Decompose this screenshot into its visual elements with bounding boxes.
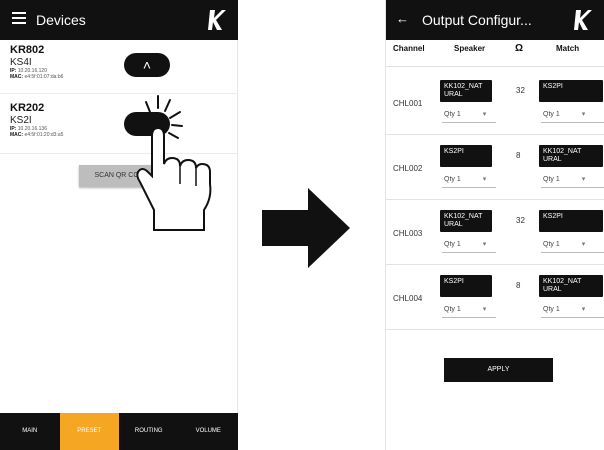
dropdown-caret-icon: ▾ [581,111,586,118]
impedance-value: 32 [516,86,525,95]
dropdown-caret-icon: ▾ [482,176,487,183]
qty-underline [442,122,496,123]
tap-gesture-hand-icon [131,95,212,231]
match-select[interactable]: KK102_NAT URAL [539,145,603,167]
match-qty-dropdown[interactable]: Qty 1 ▾ [543,240,585,248]
match-select[interactable]: KS2PI [539,80,603,102]
dropdown-caret-icon: ▾ [482,111,487,118]
qty-underline [442,187,496,188]
impedance-value: 8 [516,281,521,290]
apply-button[interactable]: APPLY [444,358,553,382]
collapse-button[interactable]: ˄ [124,53,170,77]
match-qty-dropdown[interactable]: Qty 1 ▾ [543,175,585,183]
channel-label: CHL004 [393,294,423,303]
impedance-value: 8 [516,151,521,160]
tab-main[interactable]: MAIN [0,413,60,450]
channel-row: CHL004 KS2PI 8 KK102_NAT URAL Qty 1 ▾ Qty… [386,265,604,330]
impedance-value: 32 [516,216,525,225]
qty-underline [541,252,604,253]
output-app-bar: ← Output Configur... [386,0,604,40]
hamburger-menu-icon[interactable] [12,12,26,24]
tab-volume[interactable]: VOLUME [179,413,239,450]
column-header-channel: Channel [393,44,425,53]
brand-logo-icon [574,10,592,30]
brand-logo-icon [208,10,226,30]
speaker-select[interactable]: KS2PI [440,275,492,297]
devices-screen: Devices KR802 KS4I IP: 10.20.16.120 MAC:… [0,0,238,450]
qty-underline [541,187,604,188]
speaker-select[interactable]: KK102_NAT URAL [440,210,492,232]
dropdown-caret-icon: ▾ [581,241,586,248]
qty-underline [541,317,604,318]
page-title: Output Configur... [422,12,532,28]
back-arrow-icon[interactable]: ← [396,11,409,26]
dropdown-caret-icon: ▾ [482,241,487,248]
qty-underline [442,252,496,253]
device-name: KR802 [10,44,45,56]
page-title: Devices [36,12,86,28]
speaker-select[interactable]: KS2PI [440,145,492,167]
match-qty-dropdown[interactable]: Qty 1 ▾ [543,110,585,118]
devices-app-bar: Devices [0,0,238,40]
speaker-qty-dropdown[interactable]: Qty 1 ▾ [444,110,486,118]
dropdown-caret-icon: ▾ [581,176,586,183]
qty-underline [541,122,604,123]
speaker-select[interactable]: KK102_NAT URAL [440,80,492,102]
tab-preset[interactable]: PRESET [59,413,119,450]
channel-row: CHL003 KK102_NAT URAL 32 KS2PI Qty 1 ▾ Qt… [386,200,604,265]
match-qty-dropdown[interactable]: Qty 1 ▾ [543,305,585,313]
dropdown-caret-icon: ▾ [482,306,487,313]
speaker-qty-dropdown[interactable]: Qty 1 ▾ [444,240,486,248]
device-model: KS4I [10,57,32,68]
column-header-match: Match [556,44,580,53]
device-mac: MAC: e4:5f:01:07:da:b6 [10,74,64,80]
channel-label: CHL003 [393,229,423,238]
channel-row: CHL002 KS2PI 8 KK102_NAT URAL Qty 1 ▾ Qty… [386,135,604,200]
transition-arrow-icon [262,188,350,268]
qty-underline [442,317,496,318]
channel-label: CHL001 [393,99,423,108]
match-select[interactable]: KK102_NAT URAL [539,275,603,297]
output-configuration-screen: ← Output Configur... Channel Speaker Ω M… [385,0,604,450]
column-header-ohm: Ω [515,43,524,54]
header-divider [386,66,604,67]
dropdown-caret-icon: ▾ [581,306,586,313]
column-header-speaker: Speaker [454,44,486,53]
channel-row: CHL001 KK102_NAT URAL 32 KS2PI Qty 1 ▾ Qt… [386,70,604,135]
match-select[interactable]: KS2PI [539,210,603,232]
speaker-qty-dropdown[interactable]: Qty 1 ▾ [444,175,486,183]
bottom-navigation: MAIN PRESET ROUTING VOLUME [0,413,238,450]
channel-label: CHL002 [393,164,423,173]
device-list-item[interactable]: KR802 KS4I IP: 10.20.16.120 MAC: e4:5f:0… [0,40,238,94]
tab-routing[interactable]: ROUTING [119,413,179,450]
speaker-qty-dropdown[interactable]: Qty 1 ▾ [444,305,486,313]
